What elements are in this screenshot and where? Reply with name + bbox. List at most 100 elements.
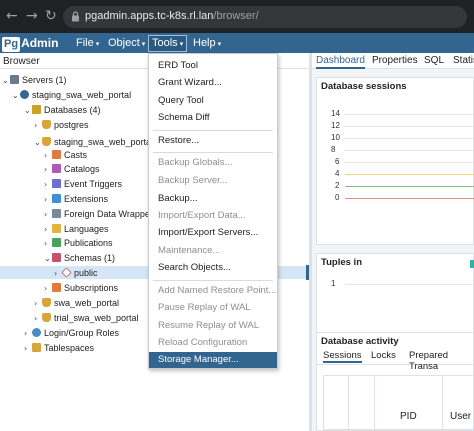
tree-node-server[interactable]: ⌄ staging_swa_web_portal [12, 89, 131, 101]
tree-node-label: staging_swa_web_portal [54, 137, 154, 147]
tree-node-tablespaces[interactable]: › Tablespaces [24, 342, 94, 354]
tree-node-trial-db[interactable]: › trial_swa_web_portal [34, 312, 139, 324]
chevron-right-icon[interactable]: › [24, 343, 32, 355]
menu-item-import-export-servers[interactable]: Import/Export Servers... [149, 225, 277, 241]
forward-icon[interactable]: → [26, 8, 38, 24]
menu-object[interactable]: Object ▾ [105, 36, 148, 51]
menu-item-reload-configuration: Reload Configuration [158, 337, 248, 348]
tree-node-label: trial_swa_web_portal [54, 313, 139, 323]
menu-item-backup[interactable]: Backup... [149, 191, 277, 207]
address-bar[interactable]: pgadmin.apps.tc-k8s.rl.lan/browser/ [63, 6, 467, 28]
grid-line [345, 126, 474, 127]
tree-node-label: Subscriptions [64, 283, 119, 293]
y-tick: 14 [331, 109, 340, 118]
tree-node-languages[interactable]: › Languages [44, 223, 109, 235]
menu-file[interactable]: File ▾ [73, 36, 102, 51]
tuples-in-card-title: Tuples in [321, 257, 362, 268]
tree-node-catalogs[interactable]: › Catalogs [44, 163, 100, 175]
chevron-right-icon[interactable]: › [44, 194, 52, 206]
chevron-right-icon[interactable]: › [34, 120, 42, 132]
pgadmin-logo[interactable]: Pg Admin [2, 36, 59, 52]
reload-icon[interactable]: ↻ [45, 8, 57, 24]
tab-sql[interactable]: SQL [424, 55, 444, 66]
menu-help-label: Help [193, 37, 216, 49]
tab-statistics[interactable]: Statis [453, 55, 474, 66]
tab-dashboard[interactable]: Dashboard [316, 55, 365, 69]
menu-item-backup-server: Backup Server... [158, 175, 228, 186]
chevron-down-icon[interactable]: ⌄ [12, 90, 20, 102]
sessions-card: Database sessions 14 12 10 8 6 4 2 0 [316, 77, 474, 245]
chevron-down-icon: ▾ [141, 41, 146, 48]
tab-properties[interactable]: Properties [372, 55, 418, 66]
menu-item-schema-diff[interactable]: Schema Diff [149, 110, 277, 126]
column-header-user[interactable]: User [450, 411, 471, 422]
chevron-right-icon[interactable]: › [34, 313, 42, 325]
grid-line [345, 284, 474, 285]
tree-node-login-roles[interactable]: › Login/Group Roles [24, 327, 119, 339]
tree-node-public[interactable]: › public [54, 267, 98, 279]
chevron-down-icon[interactable]: ⌄ [2, 75, 10, 87]
legend-swatch [470, 260, 474, 268]
chevron-right-icon[interactable]: › [24, 328, 32, 340]
chevron-right-icon[interactable]: › [44, 238, 52, 250]
tree-node-publications[interactable]: › Publications [44, 237, 113, 249]
tree-node-extensions[interactable]: › Extensions [44, 193, 108, 205]
tree-node-postgres[interactable]: › postgres [34, 119, 89, 131]
menu-help[interactable]: Help ▾ [190, 36, 224, 51]
y-tick: 10 [331, 133, 340, 142]
subtab-sessions[interactable]: Sessions [323, 350, 362, 363]
chevron-down-icon: ▾ [217, 41, 222, 48]
chevron-right-icon[interactable]: › [44, 179, 52, 191]
tree-node-label: Login/Group Roles [44, 328, 120, 338]
tree-node-swa-web-portal[interactable]: › swa_web_portal [34, 297, 119, 309]
chevron-down-icon[interactable]: ⌄ [24, 105, 32, 117]
tree-node-subscriptions[interactable]: › Subscriptions [44, 282, 118, 294]
menu-tools[interactable]: Tools ▾ [148, 35, 188, 52]
tree-node-servers[interactable]: ⌄ Servers (1) [2, 74, 67, 86]
menu-item-restore[interactable]: Restore... [149, 133, 277, 149]
tree-node-databases[interactable]: ⌄ Databases (4) [24, 104, 101, 116]
tree-node-label: Catalogs [64, 164, 100, 174]
menu-item-resume-replay-wal: Resume Replay of WAL [158, 320, 260, 331]
menu-item-backup-globals: Backup Globals... [158, 157, 233, 168]
tree-node-casts[interactable]: › Casts [44, 149, 87, 161]
menu-item-query-tool[interactable]: Query Tool [149, 93, 277, 109]
menu-item-storage-manager[interactable]: Storage Manager... [149, 352, 277, 368]
chevron-right-icon[interactable]: › [54, 268, 62, 280]
subtab-prepared-transactions[interactable]: Prepared Transa [409, 350, 474, 372]
chevron-right-icon[interactable]: › [44, 164, 52, 176]
tree-node-label: Extensions [64, 194, 109, 204]
chevron-down-icon[interactable]: ⌄ [34, 137, 42, 149]
menu-item-add-named-restore-point: Add Named Restore Point... [158, 285, 277, 296]
y-tick: 6 [335, 157, 340, 166]
tree-node-fdw[interactable]: › Foreign Data Wrappers [44, 208, 157, 220]
activity-subtabs: Sessions Locks Prepared Transa [317, 348, 474, 372]
menu-item-grant-wizard[interactable]: Grant Wizard... [149, 75, 277, 91]
logo-admin: Admin [21, 36, 59, 50]
series-line-total [345, 198, 474, 199]
database-icon [42, 298, 51, 307]
y-tick: 4 [335, 169, 340, 178]
menu-item-search-objects[interactable]: Search Objects... [149, 260, 277, 276]
back-icon[interactable]: ← [6, 8, 18, 24]
menu-tools-label: Tools [152, 37, 178, 49]
chevron-right-icon[interactable]: › [44, 224, 52, 236]
tree-node-event-triggers[interactable]: › Event Triggers [44, 178, 122, 190]
fdw-icon [52, 209, 61, 218]
chevron-right-icon[interactable]: › [44, 150, 52, 162]
column-header-pid[interactable]: PID [400, 411, 417, 422]
subtab-locks[interactable]: Locks [371, 350, 396, 361]
lock-icon [72, 11, 79, 22]
chevron-right-icon[interactable]: › [34, 298, 42, 310]
y-tick: 8 [331, 145, 336, 154]
menu-item-erd-tool[interactable]: ERD Tool [149, 58, 277, 74]
chevron-right-icon[interactable]: › [44, 209, 52, 221]
chevron-right-icon[interactable]: › [44, 283, 52, 295]
database-icon [42, 313, 51, 322]
tree-node-schemas[interactable]: ⌄ Schemas (1) [44, 252, 115, 264]
chevron-down-icon: ▾ [179, 41, 184, 48]
chevron-down-icon[interactable]: ⌄ [44, 253, 52, 265]
tree-node-label: Servers (1) [22, 75, 67, 85]
tree-node-staging-db[interactable]: ⌄ staging_swa_web_portal [34, 136, 153, 148]
app-navbar: Pg Admin File ▾ Object ▾ Tools ▾ Help ▾ [0, 33, 474, 53]
